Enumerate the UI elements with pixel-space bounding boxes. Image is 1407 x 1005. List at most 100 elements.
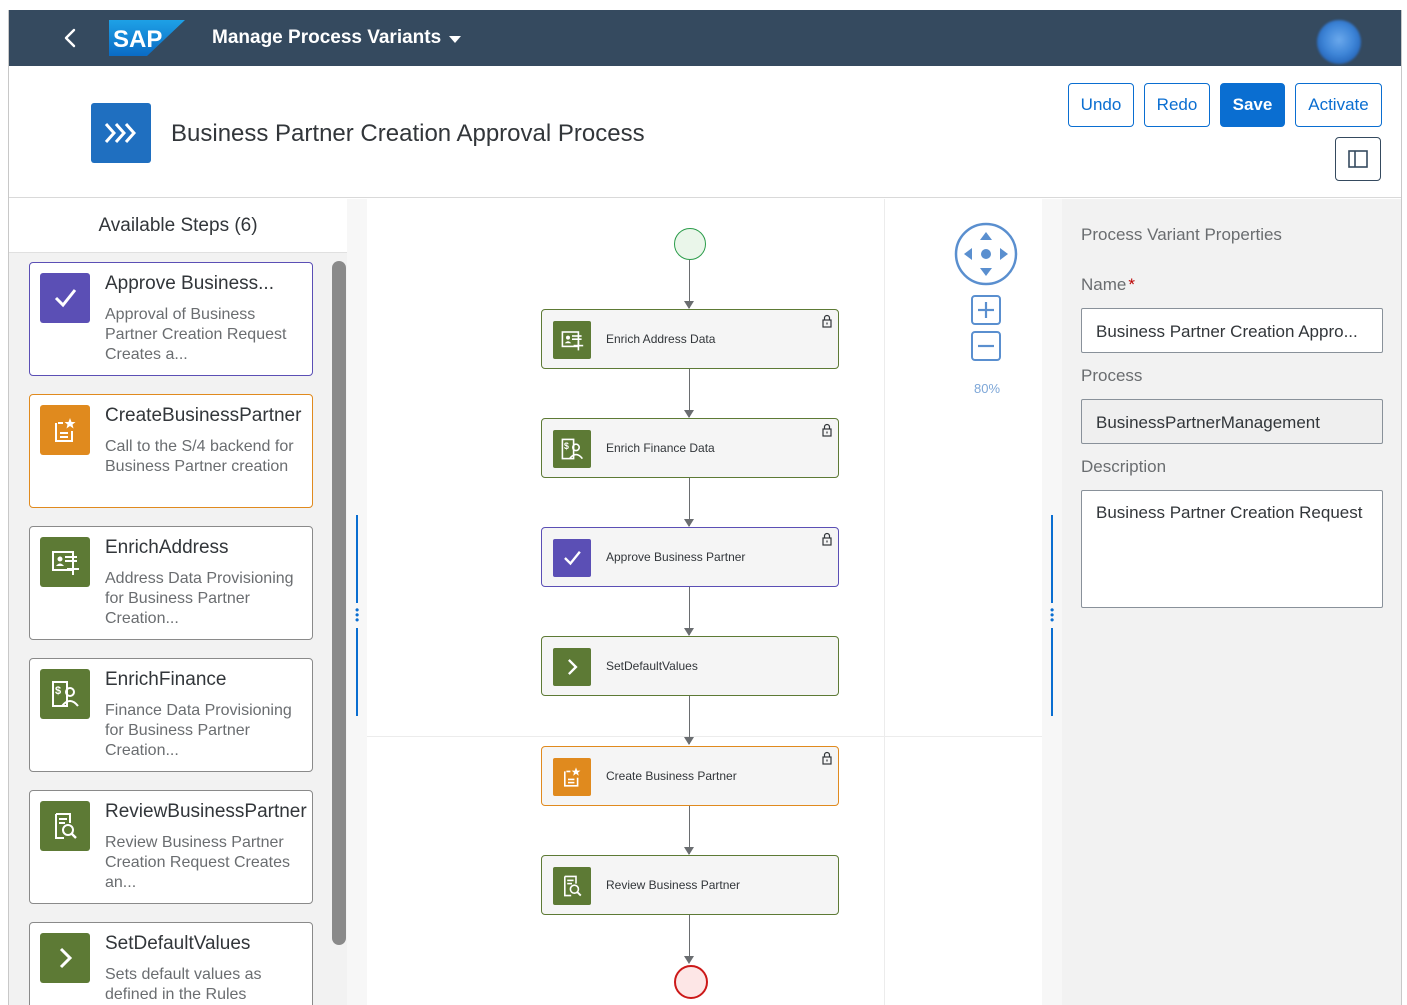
description-field[interactable]: Business Partner Creation Request xyxy=(1081,490,1383,608)
pan-control[interactable] xyxy=(954,222,1018,286)
chevron-right-icon xyxy=(553,648,591,686)
node-label: Enrich Finance Data xyxy=(606,441,715,455)
flow-node-set-default-values[interactable]: SetDefaultValues xyxy=(541,636,839,696)
page-title: Business Partner Creation Approval Proce… xyxy=(171,120,645,147)
toggle-panel-button[interactable] xyxy=(1335,137,1381,181)
node-label: SetDefaultValues xyxy=(606,659,698,673)
shell-bar: SAP Manage Process Variants xyxy=(9,10,1401,66)
canvas-grid-line xyxy=(884,199,885,1005)
node-label: Enrich Address Data xyxy=(606,332,716,346)
undo-button[interactable]: Undo xyxy=(1068,83,1134,127)
grip-icon: • • • xyxy=(355,603,360,627)
description-label: Description xyxy=(1081,457,1167,476)
step-title: SetDefaultValues xyxy=(105,933,251,954)
side-panel-icon xyxy=(1348,150,1368,168)
arrow-down-icon xyxy=(684,956,694,964)
grip-icon: • • • xyxy=(1050,603,1055,627)
process-field[interactable]: BusinessPartnerManagement xyxy=(1081,399,1383,444)
step-description: Approval of Business Partner Creation Re… xyxy=(105,306,287,363)
step-card-create-business-partner[interactable]: CreateBusinessPartner Call to the S/4 ba… xyxy=(29,394,313,508)
available-steps-title: Available Steps (6) xyxy=(9,199,347,253)
flow-node-create-business-partner[interactable]: Create Business Partner xyxy=(541,746,839,806)
process-icon xyxy=(91,103,151,163)
back-button[interactable] xyxy=(57,24,85,52)
app-title-menu[interactable]: Manage Process Variants xyxy=(212,27,462,49)
lock-icon xyxy=(822,751,832,765)
step-title: ReviewBusinessPartner xyxy=(105,801,307,822)
node-label: Review Business Partner xyxy=(606,878,741,892)
plus-icon xyxy=(978,302,994,318)
pan-arrows-icon xyxy=(954,222,1018,286)
right-splitter-bar[interactable] xyxy=(1051,628,1053,716)
node-label: Approve Business Partner xyxy=(606,550,746,564)
right-splitter-bar[interactable] xyxy=(1051,515,1053,603)
lock-icon xyxy=(822,532,832,546)
step-title: Approve Business... xyxy=(105,273,274,294)
minus-icon xyxy=(978,344,994,348)
zoom-out-button[interactable] xyxy=(971,331,1001,361)
start-event[interactable] xyxy=(674,228,706,260)
properties-title: Process Variant Properties xyxy=(1081,225,1282,244)
caret-down-icon xyxy=(449,35,462,43)
arrow-down-icon xyxy=(684,519,694,527)
step-description: Sets default values as defined in the Ru… xyxy=(105,966,262,1003)
required-marker: * xyxy=(1128,275,1135,294)
lock-icon xyxy=(822,314,832,328)
user-avatar[interactable] xyxy=(1317,20,1361,64)
arrow-down-icon xyxy=(684,847,694,855)
document-review-icon xyxy=(40,801,90,851)
step-card-approve[interactable]: Approve Business... Approval of Business… xyxy=(29,262,313,376)
finance-icon: $ xyxy=(40,669,90,719)
app-title: Manage Process Variants xyxy=(212,27,442,48)
end-event[interactable] xyxy=(674,965,708,999)
save-button[interactable]: Save xyxy=(1220,83,1285,127)
process-label: Process xyxy=(1081,366,1143,385)
zoom-level: 80% xyxy=(973,381,1001,396)
steps-scrollbar[interactable] xyxy=(332,261,346,945)
activate-button[interactable]: Activate xyxy=(1295,83,1382,127)
left-splitter-bar[interactable] xyxy=(356,628,358,716)
step-card-review-business-partner[interactable]: ReviewBusinessPartner Review Business Pa… xyxy=(29,790,313,904)
step-description: Call to the S/4 backend for Business Par… xyxy=(105,438,294,475)
finance-icon: $ xyxy=(553,430,591,468)
arrow-down-icon xyxy=(684,628,694,636)
address-card-icon xyxy=(553,321,591,359)
available-steps-panel: Available Steps (6) Approve Business... … xyxy=(9,199,347,1005)
step-card-set-default-values[interactable]: SetDefaultValues Sets default values as … xyxy=(29,922,313,1005)
zoom-in-button[interactable] xyxy=(971,295,1001,325)
flow-connector xyxy=(689,915,690,961)
address-card-icon xyxy=(40,537,90,587)
flow-node-enrich-address[interactable]: Enrich Address Data xyxy=(541,309,839,369)
step-title: EnrichAddress xyxy=(105,537,229,558)
name-field[interactable]: Business Partner Creation Appro... xyxy=(1081,308,1383,353)
canvas-grid-line xyxy=(367,736,1042,737)
step-description: Address Data Provisioning for Business P… xyxy=(105,570,294,627)
step-title: CreateBusinessPartner xyxy=(105,405,302,426)
step-title: EnrichFinance xyxy=(105,669,227,690)
arrow-down-icon xyxy=(684,301,694,309)
redo-button[interactable]: Redo xyxy=(1144,83,1210,127)
svg-text:SAP: SAP xyxy=(113,26,162,53)
flow-node-review-business-partner[interactable]: Review Business Partner xyxy=(541,855,839,915)
app-window: SAP Manage Process Variants Business Par… xyxy=(8,10,1402,1005)
check-icon xyxy=(40,273,90,323)
check-icon xyxy=(553,539,591,577)
step-card-enrich-finance[interactable]: $ EnrichFinance Finance Data Provisionin… xyxy=(29,658,313,772)
chevron-right-icon xyxy=(40,933,90,983)
properties-panel: Process Variant Properties Name * Busines… xyxy=(1062,199,1401,1005)
sap-logo[interactable]: SAP xyxy=(109,20,185,56)
step-description: Finance Data Provisioning for Business P… xyxy=(105,702,292,759)
svg-text:$: $ xyxy=(55,685,61,697)
chevron-left-icon xyxy=(64,28,76,48)
step-description: Review Business Partner Creation Request… xyxy=(105,834,290,891)
object-header: Business Partner Creation Approval Proce… xyxy=(9,66,1401,198)
document-star-icon xyxy=(553,758,591,796)
lock-icon xyxy=(822,423,832,437)
name-label: Name * xyxy=(1081,275,1135,294)
flow-node-enrich-finance[interactable]: $ Enrich Finance Data xyxy=(541,418,839,478)
svg-text:$: $ xyxy=(564,441,569,451)
document-review-icon xyxy=(553,867,591,905)
left-splitter-bar[interactable] xyxy=(356,515,358,603)
flow-node-approve-business-partner[interactable]: Approve Business Partner xyxy=(541,527,839,587)
step-card-enrich-address[interactable]: EnrichAddress Address Data Provisioning … xyxy=(29,526,313,640)
